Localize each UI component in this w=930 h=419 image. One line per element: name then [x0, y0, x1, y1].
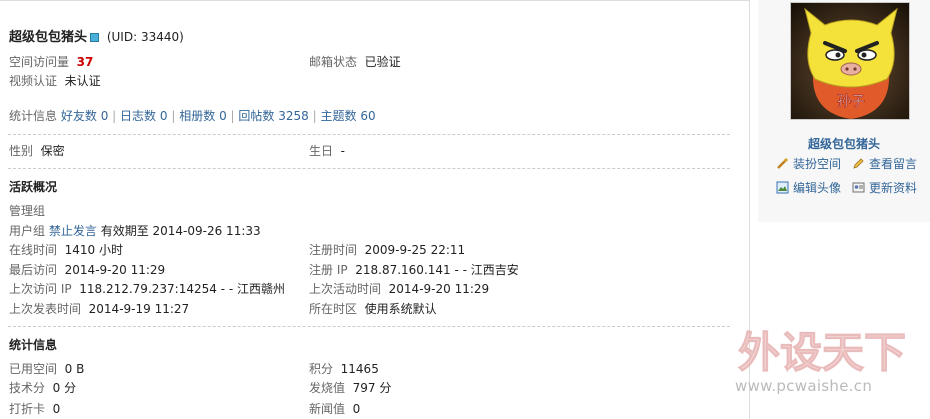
points-label: 积分 — [309, 362, 334, 376]
last-post-value: 2014-9-19 11:27 — [88, 302, 190, 316]
reg-ip-row: 注册 IP 218.87.160.141 - - 江西吉安 — [309, 262, 519, 278]
video-row: 视频认证 未认证 — [9, 73, 101, 89]
last-active-label: 上次活动时间 — [309, 282, 382, 296]
timezone-label: 所在时区 — [309, 302, 358, 316]
space-label: 已用空间 — [9, 362, 58, 376]
reg-ip-value: 218.87.160.141 - - 江西吉安 — [355, 263, 519, 277]
space-value: 0 B — [64, 362, 85, 376]
last-ip-row: 上次访问 IP 118.212.79.237:14254 - - 江西赣州 — [9, 281, 285, 297]
last-visit-row: 最后访问 2014-9-20 11:29 — [9, 262, 165, 278]
last-visit-label: 最后访问 — [9, 263, 58, 277]
card-value: 0 — [52, 402, 61, 416]
avatar-caption: 孙子 — [837, 94, 865, 110]
threads-link[interactable]: 主题数 60 — [321, 109, 376, 123]
news-row: 新闻值 0 — [309, 401, 360, 417]
uid: (UID: 33440) — [106, 30, 184, 44]
fever-label: 发烧值 — [309, 381, 346, 395]
last-ip-value: 118.212.79.237:14254 - - 江西赣州 — [79, 282, 285, 296]
online-time-row: 在线时间 1410 小时 — [9, 242, 123, 258]
user-group-row: 用户组 禁止发言 有效期至 2014-09-26 11:33 — [9, 223, 261, 239]
video-label: 视频认证 — [9, 74, 58, 88]
profile-header: 超级包包猪头 (UID: 33440) — [9, 29, 184, 46]
blogs-link[interactable]: 日志数 0 — [120, 109, 167, 123]
tech-value: 0 分 — [52, 381, 77, 395]
fever-row: 发烧值 797 分 — [309, 380, 391, 396]
email-row: 邮箱状态 已验证 — [309, 54, 401, 70]
timezone-row: 所在时区 使用系统默认 — [309, 301, 437, 317]
visits-value: 37 — [76, 55, 94, 69]
reg-time-value: 2009-9-25 22:11 — [364, 243, 466, 257]
friends-link[interactable]: 好友数 0 — [61, 109, 108, 123]
update-profile-link[interactable]: 更新资料 — [852, 180, 917, 196]
online-status-icon — [90, 33, 100, 42]
user-group-label: 用户组 — [9, 224, 46, 238]
email-value: 已验证 — [364, 55, 401, 69]
news-value: 0 — [352, 402, 361, 416]
birthday-row: 生日 - — [309, 143, 345, 159]
dress-space-link[interactable]: 装扮空间 — [776, 156, 841, 172]
online-time-label: 在线时间 — [9, 243, 58, 257]
user-group-expiry: 有效期至 2014-09-26 11:33 — [100, 224, 261, 238]
last-active-value: 2014-9-20 11:29 — [388, 282, 490, 296]
video-value: 未认证 — [64, 74, 101, 88]
last-active-row: 上次活动时间 2014-9-20 11:29 — [309, 281, 489, 297]
activity-title: 活跃概况 — [9, 180, 58, 194]
divider — [8, 326, 730, 327]
gender-value: 保密 — [40, 144, 65, 158]
last-ip-label: 上次访问 IP — [9, 282, 72, 296]
online-time-value: 1410 小时 — [64, 243, 124, 257]
username: 超级包包猪头 — [9, 30, 88, 45]
space-row: 已用空间 0 B — [9, 361, 84, 377]
picture-icon — [776, 181, 789, 194]
visits-label: 空间访问量 — [9, 55, 70, 69]
points-value: 11465 — [340, 362, 379, 376]
gender-row: 性别 保密 — [9, 143, 65, 159]
fever-value: 797 分 — [352, 381, 392, 395]
svg-text:外设天下: 外设天下 — [738, 328, 906, 377]
birthday-label: 生日 — [309, 144, 334, 158]
gender-label: 性别 — [9, 144, 34, 158]
birthday-value: - — [340, 144, 345, 158]
edit-avatar-link[interactable]: 编辑头像 — [776, 180, 841, 196]
last-post-row: 上次发表时间 2014-9-19 11:27 — [9, 301, 189, 317]
tech-row: 技术分 0 分 — [9, 380, 76, 396]
admin-group-label: 管理组 — [9, 204, 46, 218]
replies-link[interactable]: 回帖数 3258 — [238, 109, 308, 123]
reg-ip-label: 注册 IP — [309, 263, 348, 277]
reg-time-label: 注册时间 — [309, 243, 358, 257]
view-messages-link[interactable]: 查看留言 — [852, 156, 917, 172]
stats-line-label: 统计信息 — [9, 109, 58, 123]
timezone-value: 使用系统默认 — [364, 302, 437, 316]
points-row: 积分 11465 — [309, 361, 379, 377]
reg-time-row: 注册时间 2009-9-25 22:11 — [309, 242, 465, 258]
brush-icon — [777, 157, 789, 169]
user-group-link[interactable]: 禁止发言 — [49, 224, 97, 238]
avatar-image: 孙子 — [791, 3, 909, 119]
profile-card-icon — [852, 182, 865, 193]
last-post-label: 上次发表时间 — [9, 302, 82, 316]
last-visit-value: 2014-9-20 11:29 — [64, 263, 166, 277]
stats-line: 统计信息 好友数 0 | 日志数 0 | 相册数 0 | 回帖数 3258 | … — [9, 109, 376, 123]
divider — [8, 168, 730, 169]
email-label: 邮箱状态 — [309, 55, 358, 69]
tech-label: 技术分 — [9, 381, 46, 395]
sidebar-username[interactable]: 超级包包猪头 — [758, 135, 930, 152]
watermark-url: www.pcwaishe.cn — [735, 377, 873, 395]
card-row: 打折卡 0 — [9, 401, 60, 417]
card-label: 打折卡 — [9, 402, 46, 416]
visits-row: 空间访问量 37 — [9, 54, 93, 70]
statistics-title: 统计信息 — [9, 338, 58, 352]
news-label: 新闻值 — [309, 402, 346, 416]
profile-panel: 超级包包猪头 (UID: 33440) 空间访问量 37 邮箱状态 已验证 视频… — [0, 0, 750, 419]
avatar[interactable]: 孙子 — [790, 2, 910, 120]
divider — [8, 134, 730, 135]
albums-link[interactable]: 相册数 0 — [179, 109, 226, 123]
pencil-icon — [853, 158, 864, 169]
